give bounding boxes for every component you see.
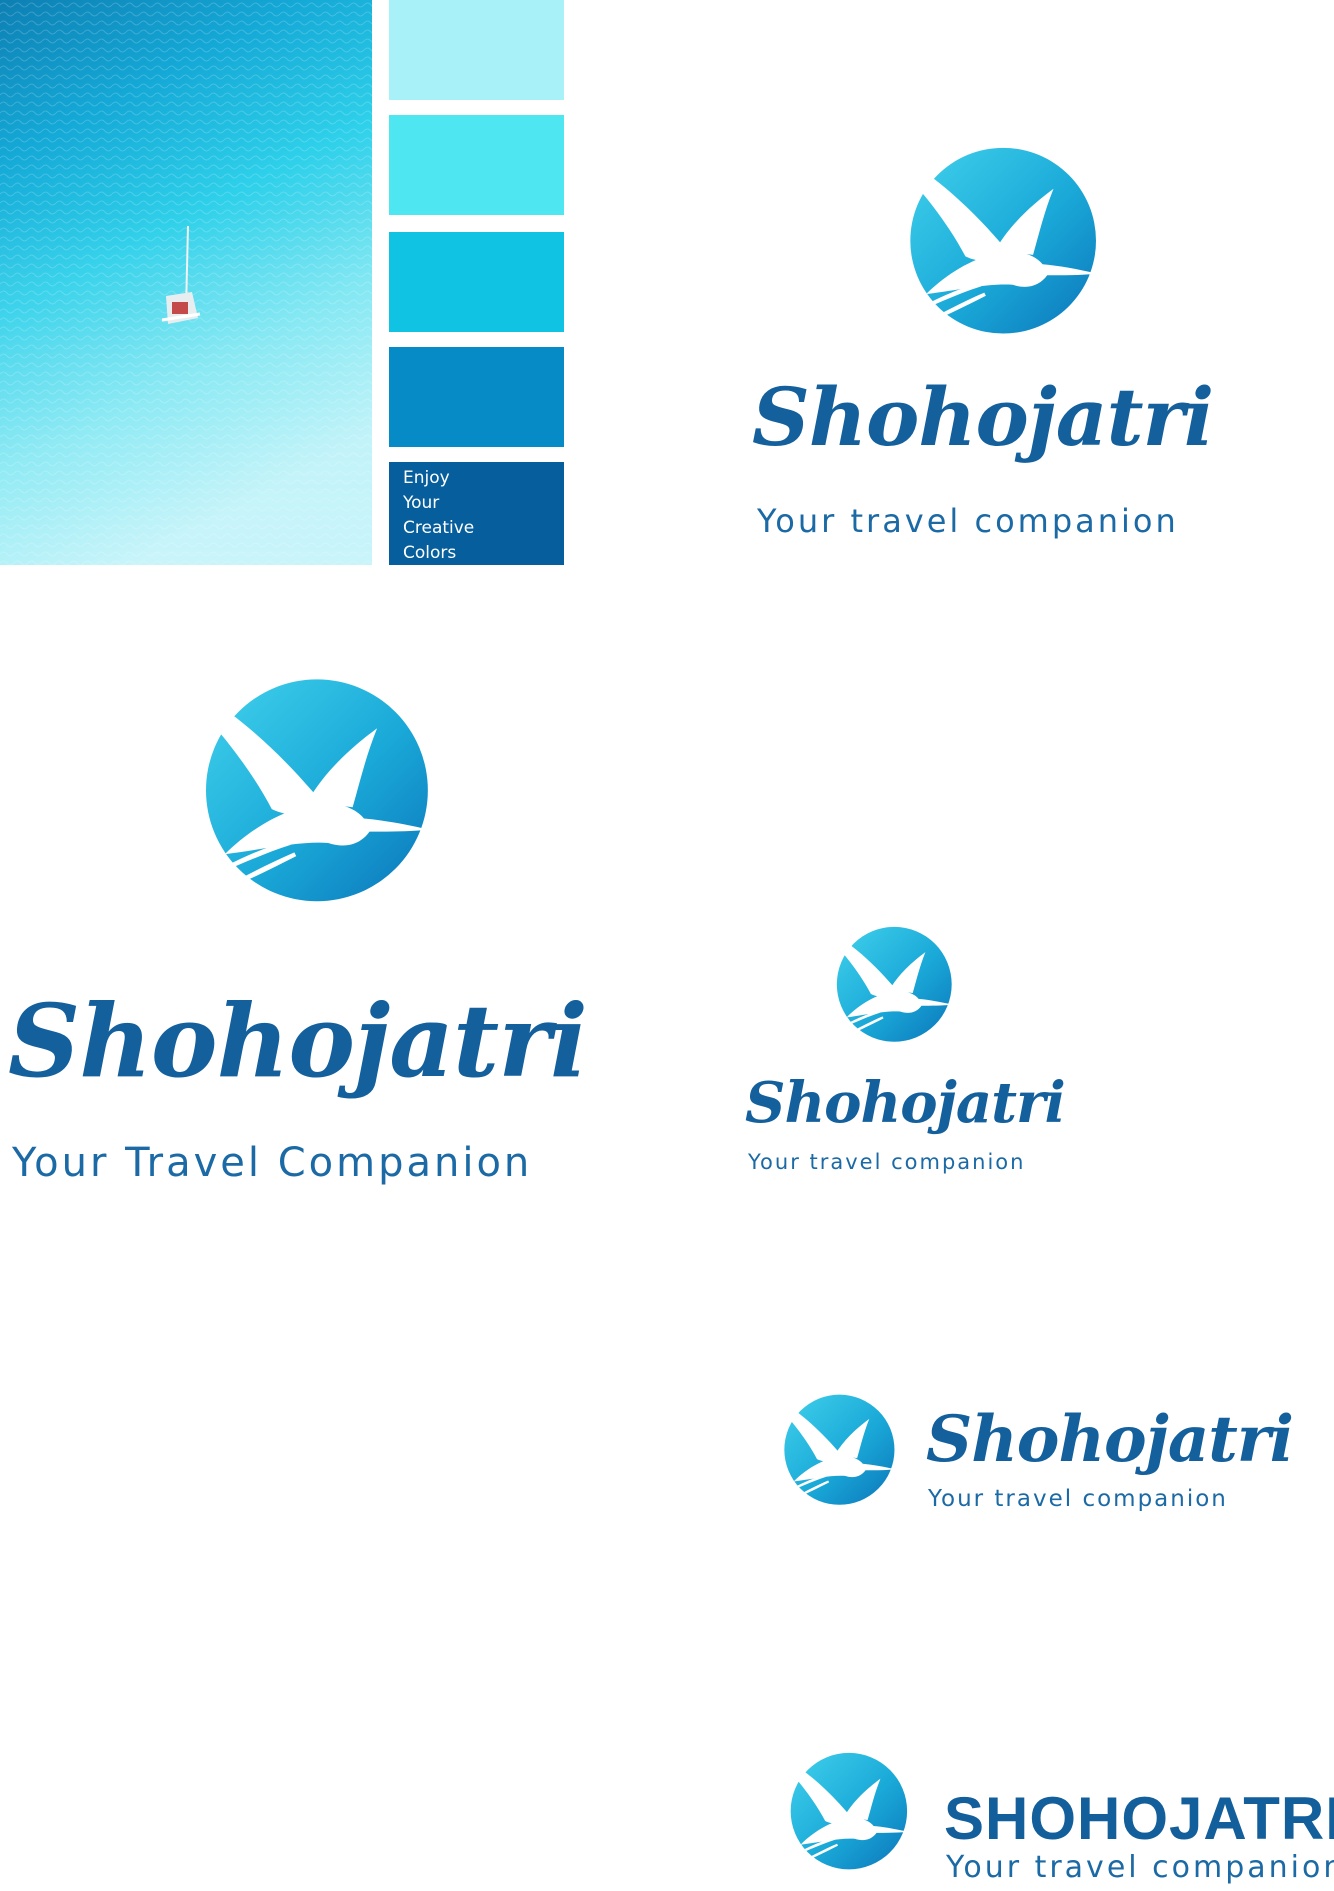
heron-in-circle-icon <box>808 922 963 1068</box>
brand-name-caps: SHOHOJATRI <box>944 1785 1334 1852</box>
sea-photo <box>0 0 372 565</box>
swatch-caption-line: Enjoy <box>403 468 450 488</box>
swatch-caption: Enjoy Your Creative Colors <box>403 466 474 566</box>
heron-in-circle-icon <box>760 1748 920 1891</box>
brand-tagline: Your travel companion <box>928 1486 1228 1512</box>
brand-name: Shohojatri <box>752 370 1214 464</box>
color-swatch-5: Enjoy Your Creative Colors <box>389 462 564 565</box>
swatch-caption-line: Colors <box>403 543 457 563</box>
brand-tagline: Your travel companion <box>757 502 1179 540</box>
heron-in-circle-icon <box>862 140 1116 376</box>
swatch-caption-line: Your <box>403 493 440 513</box>
color-swatch-4 <box>389 347 564 447</box>
brand-tagline: Your travel companion <box>748 1150 1026 1174</box>
brand-name: Shohojatri <box>745 1070 1066 1136</box>
color-swatch-3 <box>389 232 564 332</box>
brand-tagline: Your Travel Companion <box>12 1140 533 1186</box>
heron-in-circle-icon <box>150 670 450 952</box>
color-swatch-1 <box>389 0 564 100</box>
color-swatch-2 <box>389 115 564 215</box>
heron-in-circle-icon <box>756 1390 906 1530</box>
brand-tagline: Your travel companion <box>946 1850 1334 1885</box>
swatch-caption-line: Creative <box>403 518 475 538</box>
brand-name: Shohojatri <box>8 982 588 1100</box>
brand-name: Shohojatri <box>926 1402 1294 1477</box>
